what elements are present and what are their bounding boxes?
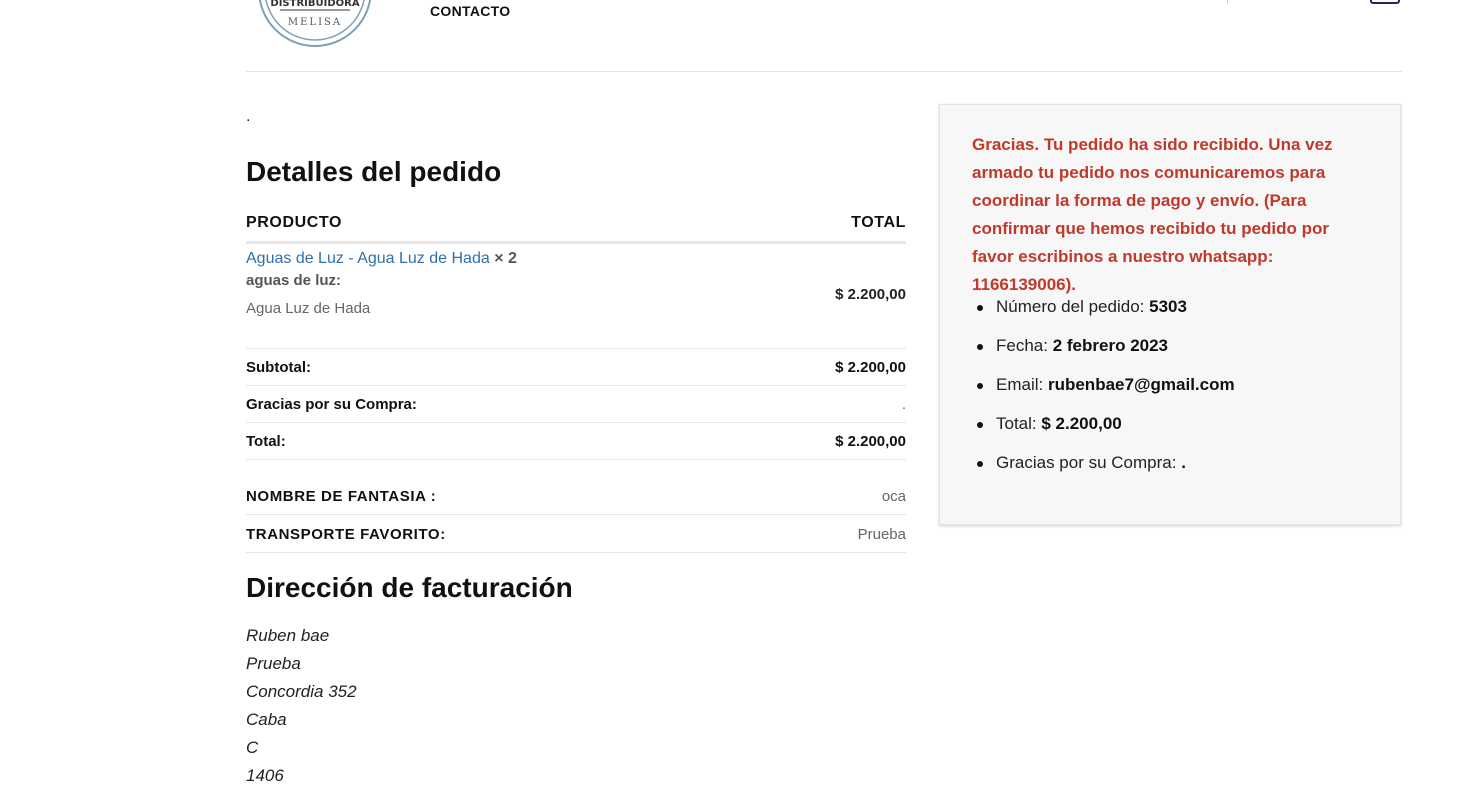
notice-dot: .	[246, 108, 251, 125]
product-link[interactable]: Aguas de Luz - Agua Luz de Hada	[246, 250, 490, 267]
subtotal-value: $ 2.200,00	[835, 358, 906, 376]
gracias-row: Gracias por su Compra: .	[246, 386, 906, 423]
order-date-label: Fecha:	[996, 336, 1048, 355]
order-table-header: PRODUCTO TOTAL	[246, 205, 906, 244]
order-gracias-value: .	[1181, 453, 1186, 472]
billing-line: Caba	[246, 710, 287, 729]
total-value: $ 2.200,00	[835, 432, 906, 450]
product-meta-value: Agua Luz de Hada	[246, 300, 371, 317]
order-number-label: Número del pedido:	[996, 297, 1145, 316]
billing-line: 1406	[246, 766, 284, 785]
subtotal-label: Subtotal:	[246, 358, 311, 376]
product-meta-key: aguas de luz:	[246, 272, 342, 289]
logo-text-bottom: MELISA	[288, 17, 342, 28]
gracias-value: .	[901, 395, 906, 413]
order-item-row: Aguas de Luz - Agua Luz de Hada × 2 agua…	[246, 244, 906, 349]
order-email-label: Email:	[996, 375, 1044, 394]
order-overview: Número del pedido: 5303 Fecha: 2 febrero…	[977, 295, 1235, 490]
order-received-panel: Gracias. Tu pedido ha sido recibido. Una…	[939, 104, 1401, 525]
order-total-item: Total: $ 2.200,00	[977, 412, 1235, 451]
nav-contacto[interactable]: CONTACTO	[430, 3, 510, 19]
order-gracias-label: Gracias por su Compra:	[996, 453, 1177, 472]
logo-text-top: DISTRIBUIDORA	[270, 0, 359, 9]
billing-line: C	[246, 738, 259, 757]
order-number-item: Número del pedido: 5303	[977, 295, 1235, 334]
order-total-label: Total:	[996, 414, 1037, 433]
transporte-value: Prueba	[857, 525, 906, 543]
order-date-item: Fecha: 2 febrero 2023	[977, 334, 1235, 373]
gracias-label: Gracias por su Compra:	[246, 395, 417, 413]
order-email-item: Email: rubenbae7@gmail.com	[977, 373, 1235, 412]
fantasia-value: oca	[881, 487, 906, 505]
col-product: PRODUCTO	[246, 214, 343, 231]
thank-you-message: Gracias. Tu pedido ha sido recibido. Una…	[972, 135, 1333, 294]
order-number-value: 5303	[1149, 297, 1187, 316]
logo[interactable]: DISTRIBUIDORA MELISA	[256, 0, 374, 54]
subtotal-row: Subtotal: $ 2.200,00	[246, 349, 906, 386]
order-total-value: $ 2.200,00	[1041, 414, 1122, 433]
cart-icon[interactable]	[1370, 0, 1400, 4]
order-gracias-item: Gracias por su Compra: .	[977, 451, 1235, 490]
fantasia-label: NOMBRE DE FANTASIA :	[246, 487, 437, 505]
fantasia-row: NOMBRE DE FANTASIA : oca	[246, 478, 906, 515]
total-label: Total:	[246, 432, 286, 450]
total-row: Total: $ 2.200,00	[246, 423, 906, 460]
nav-separator	[1227, 0, 1228, 4]
product-qty: × 2	[494, 250, 517, 267]
product-price: $ 2.200,00	[835, 286, 906, 303]
transporte-row: TRANSPORTE FAVORITO: Prueba	[246, 516, 906, 553]
transporte-label: TRANSPORTE FAVORITO:	[246, 525, 446, 543]
header-divider	[246, 71, 1402, 72]
order-date-value: 2 febrero 2023	[1052, 336, 1169, 355]
col-total: TOTAL	[851, 214, 906, 231]
billing-title: Dirección de facturación	[246, 572, 573, 603]
order-email-value: rubenbae7@gmail.com	[1047, 375, 1235, 394]
order-details-title: Detalles del pedido	[246, 156, 502, 187]
billing-line: Concordia 352	[246, 682, 357, 701]
billing-line: Prueba	[246, 654, 301, 673]
billing-address: Ruben bae Prueba Concordia 352 Caba C 14…	[246, 622, 357, 790]
billing-line: Ruben bae	[246, 626, 330, 645]
